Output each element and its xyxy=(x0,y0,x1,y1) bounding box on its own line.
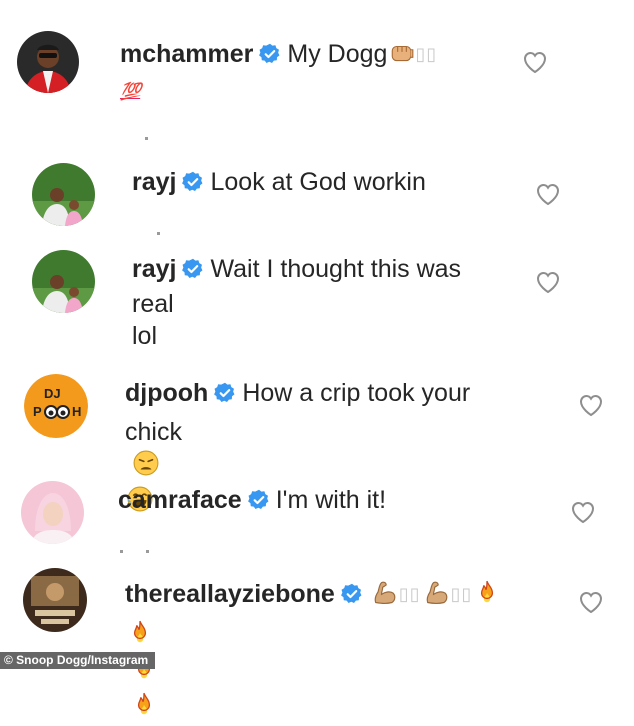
divider-dot xyxy=(146,550,149,553)
skin-tone-modifier-glyph: ▯▯ xyxy=(398,584,421,604)
verified-badge-icon xyxy=(341,583,363,605)
username[interactable]: mchammer xyxy=(120,40,253,68)
hundred-points-emoji: 💯 xyxy=(120,82,141,101)
fire-emoji xyxy=(131,692,157,726)
comment-text-line2: 💯 xyxy=(120,73,141,108)
like-heart-icon[interactable] xyxy=(578,590,604,614)
divider-dot xyxy=(145,137,148,140)
svg-text:H: H xyxy=(72,404,81,419)
avatar[interactable]: DJ P H xyxy=(24,374,88,438)
comment-body: Look at God workin xyxy=(210,168,426,196)
comment-text: rayj Look at God workin xyxy=(132,166,512,198)
verified-badge-icon xyxy=(248,489,270,511)
verified-badge-icon xyxy=(182,171,204,193)
profile-photo xyxy=(17,31,79,93)
comment-text: djpooh How a crip took your xyxy=(125,377,545,409)
avatar[interactable] xyxy=(21,481,84,544)
comment-body: How a crip took your xyxy=(242,379,471,407)
divider-dot xyxy=(120,550,123,553)
username[interactable]: rayj xyxy=(132,255,176,283)
fire-emoji xyxy=(127,620,153,654)
weary-face-emoji xyxy=(133,450,159,484)
album-cover-photo xyxy=(23,568,87,632)
profile-photo xyxy=(32,163,95,226)
like-heart-icon[interactable] xyxy=(578,393,604,417)
username[interactable]: djpooh xyxy=(125,379,208,407)
comment-body: My Dogg xyxy=(287,40,388,68)
skin-tone-modifier-glyph: ▯▯ xyxy=(450,584,473,604)
photo-credit: © Snoop Dogg/Instagram xyxy=(0,652,155,669)
avatar[interactable] xyxy=(23,568,87,632)
avatar[interactable] xyxy=(17,31,79,93)
fist-emoji xyxy=(389,40,415,74)
flexed-biceps-emoji xyxy=(371,578,399,614)
avatar[interactable] xyxy=(32,163,95,226)
like-heart-icon[interactable] xyxy=(535,182,561,206)
profile-photo xyxy=(32,250,95,313)
divider-dot xyxy=(157,232,160,235)
comment-body: Wait I thought this was xyxy=(210,255,462,283)
comment-text: mchammer My Dogg ▯▯ xyxy=(120,38,500,74)
verified-badge-icon xyxy=(182,258,204,280)
svg-text:P: P xyxy=(33,404,42,419)
comment-body: I'm with it! xyxy=(275,486,387,514)
verified-badge-icon xyxy=(259,43,281,65)
comment-text-line2: real lol xyxy=(132,290,174,350)
comment-text: rayj Wait I thought this was xyxy=(132,253,532,285)
username[interactable]: camraface xyxy=(118,486,242,514)
skin-tone-modifier-glyph: ▯▯ xyxy=(415,44,438,64)
like-heart-icon[interactable] xyxy=(522,50,548,74)
djpooh-logo-icon: DJ P H xyxy=(24,374,88,438)
comment-text-line2 xyxy=(125,618,157,726)
username[interactable]: thereallayziebone xyxy=(125,580,335,608)
username[interactable]: rayj xyxy=(132,168,176,196)
verified-badge-icon xyxy=(214,382,236,404)
comment-text: camraface I'm with it! xyxy=(118,484,518,516)
like-heart-icon[interactable] xyxy=(535,270,561,294)
flexed-biceps-emoji xyxy=(423,578,451,614)
avatar[interactable] xyxy=(32,250,95,313)
comment-text: thereallayziebone ▯▯ ▯▯ xyxy=(125,578,555,614)
profile-photo xyxy=(21,481,84,544)
comment-body-line2: chick xyxy=(125,418,182,446)
fire-emoji xyxy=(474,580,500,614)
like-heart-icon[interactable] xyxy=(570,500,596,524)
svg-text:DJ: DJ xyxy=(44,386,61,401)
